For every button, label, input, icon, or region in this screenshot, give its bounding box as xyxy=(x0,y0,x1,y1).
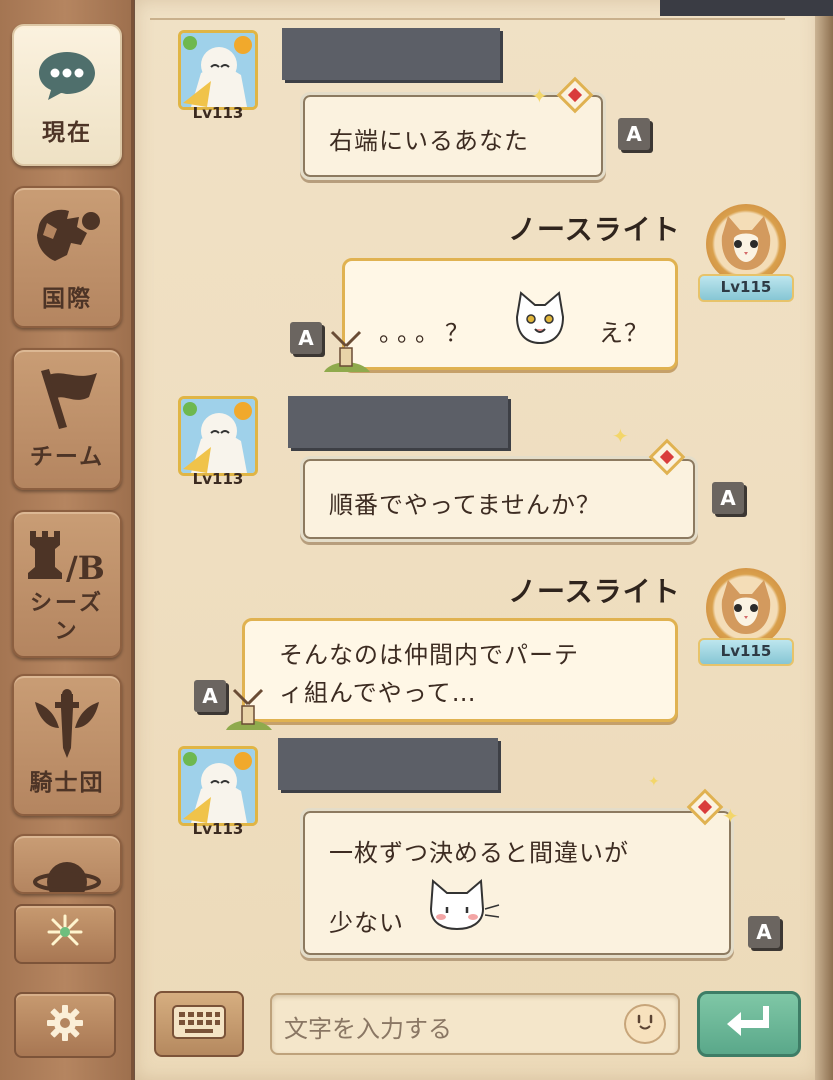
input-placeholder: 文字を入力する xyxy=(284,1015,452,1043)
message-text: 。。。？ xyxy=(379,319,475,347)
windmill-icon xyxy=(320,322,374,380)
tab-season[interactable]: /B シーズン xyxy=(12,510,122,658)
redacted-player-name xyxy=(278,738,498,790)
message-text: 少ない xyxy=(329,909,404,937)
redacted-player-name xyxy=(288,396,508,448)
channel-sidebar: 現在 国際 チーム /B シーズン 騎士団 xyxy=(0,0,134,1080)
player-level: Lv113 xyxy=(192,820,244,838)
player-avatar[interactable]: Lv113 xyxy=(172,744,264,844)
chat-bubble[interactable]: そんなのは仲間内でパーテ ィ組んでやって… xyxy=(242,618,678,722)
panel-rim xyxy=(815,0,833,1080)
sparkle-icon: ✦ xyxy=(722,804,739,828)
tab-international[interactable]: 国際 xyxy=(12,186,122,328)
keyboard-button[interactable] xyxy=(154,991,244,1057)
chat-bubble[interactable]: 右端にいるあなた xyxy=(300,92,606,180)
keyboard-icon xyxy=(171,1004,227,1044)
avatar-portrait xyxy=(706,204,786,284)
winged-sword-icon xyxy=(14,686,120,766)
gear-icon xyxy=(46,1004,84,1046)
avatar-portrait xyxy=(178,746,258,826)
chess-rook-icon: /B xyxy=(14,518,120,588)
message-text: そんなのは仲間内でパーテ xyxy=(279,641,579,669)
emoji-button[interactable] xyxy=(624,1004,666,1044)
chat-bubble[interactable]: 一枚ずつ決めると間違いが 少ない xyxy=(300,808,734,958)
smiley-icon xyxy=(630,1012,660,1036)
sparkle-icon: ✦ xyxy=(612,424,629,448)
avatar-portrait xyxy=(178,30,258,110)
player-avatar[interactable]: Lv115 xyxy=(698,198,794,318)
message-text: ィ組んでやって… xyxy=(279,679,477,707)
top-strip xyxy=(660,0,833,16)
svg-text:/B: /B xyxy=(66,549,105,585)
planet-icon xyxy=(14,852,120,892)
tab-current[interactable]: 現在 xyxy=(12,24,122,166)
globe-icon xyxy=(14,198,120,278)
sparkle-icon: ✦ xyxy=(531,84,548,108)
player-avatar[interactable]: Lv113 xyxy=(172,28,264,128)
redacted-player-name xyxy=(282,28,500,80)
chat-input-bar: 文字を入力する xyxy=(135,978,819,1080)
firework-icon xyxy=(45,912,85,956)
translate-badge[interactable]: A xyxy=(748,916,780,948)
avatar-portrait xyxy=(178,396,258,476)
player-level: Lv115 xyxy=(720,278,772,296)
flag-icon xyxy=(14,360,120,440)
player-level: Lv113 xyxy=(192,104,244,122)
tab-more[interactable] xyxy=(12,834,122,894)
translate-badge[interactable]: A xyxy=(712,482,744,514)
chat-bubble[interactable]: 。。。？ え？ xyxy=(342,258,678,370)
player-level: Lv115 xyxy=(720,642,772,660)
player-avatar[interactable]: Lv113 xyxy=(172,394,264,494)
message-text: 一枚ずつ決めると間違いが xyxy=(329,839,629,867)
firework-button[interactable] xyxy=(14,904,116,964)
player-level: Lv113 xyxy=(192,470,244,488)
translate-badge[interactable]: A xyxy=(290,322,322,354)
tab-knights[interactable]: 騎士団 xyxy=(12,674,122,816)
tab-label: 現在 xyxy=(42,120,92,146)
tab-label: 国際 xyxy=(42,286,92,312)
enter-arrow-icon xyxy=(723,1002,775,1046)
sparkle-icon: ✦ xyxy=(648,774,660,790)
tab-team[interactable]: チーム xyxy=(12,348,122,490)
message-text: え？ xyxy=(599,319,649,347)
windmill-icon xyxy=(222,680,276,738)
cat-face-icon xyxy=(511,289,569,353)
message-input[interactable]: 文字を入力する xyxy=(270,993,680,1055)
player-avatar[interactable]: Lv115 xyxy=(698,562,794,682)
tab-label: チーム xyxy=(29,444,105,470)
player-name: ノースライト xyxy=(508,213,681,246)
speech-bubble-icon xyxy=(14,36,120,116)
chat-bubble[interactable]: 順番でやってませんか？ xyxy=(300,456,698,542)
send-button[interactable] xyxy=(697,991,801,1057)
translate-badge[interactable]: A xyxy=(618,118,650,150)
message-text: 順番でやってませんか？ xyxy=(329,491,601,519)
settings-button[interactable] xyxy=(14,992,116,1058)
divider xyxy=(150,18,785,20)
message-text: 右端にいるあなた xyxy=(329,127,529,155)
blushing-cat-icon xyxy=(423,875,501,937)
tab-label: 騎士団 xyxy=(29,770,105,796)
tab-label: シーズン xyxy=(30,591,104,644)
player-name: ノースライト xyxy=(508,575,681,608)
avatar-portrait xyxy=(706,568,786,648)
